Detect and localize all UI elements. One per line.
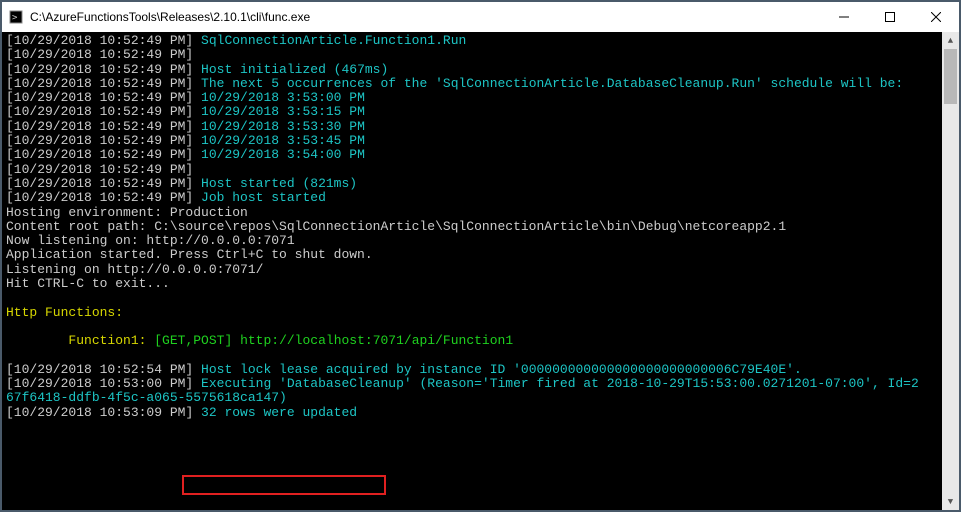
svg-text:>: > [12,13,18,23]
console-area: [10/29/2018 10:52:49 PM] SqlConnectionAr… [2,32,959,510]
timestamp: [10/29/2018 10:53:09 PM [6,405,185,420]
window-frame: > C:\AzureFunctionsTools\Releases\2.10.1… [0,0,961,512]
window-controls [821,2,959,32]
log-text: Host started (821ms) [201,176,357,191]
timestamp: [10/29/2018 10:52:49 PM] [6,90,201,105]
log-text: Content root path: C:\source\repos\SqlCo… [6,220,938,234]
log-text: Host lock lease acquired by instance ID … [201,362,802,377]
minimize-button[interactable] [821,2,867,32]
log-text: Now listening on: http://0.0.0.0:7071 [6,234,938,248]
rows-updated-text: 32 rows were updated [201,405,357,420]
timestamp: [10/29/2018 10:52:49 PM] [6,133,201,148]
maximize-button[interactable] [867,2,913,32]
scroll-up-arrow[interactable]: ▲ [942,32,959,49]
timestamp: [10/29/2018 10:52:49 PM] [6,162,201,177]
timestamp: [10/29/2018 10:52:49 PM] [6,104,201,119]
timestamp: [10/29/2018 10:52:49 PM] [6,147,201,162]
function-name: Function1: [68,333,154,348]
log-text: Host initialized (467ms) [201,62,388,77]
log-text: 10/29/2018 3:53:00 PM [201,90,365,105]
log-text: 10/29/2018 3:53:15 PM [201,104,365,119]
scroll-down-arrow[interactable]: ▼ [942,493,959,510]
log-text: The next 5 occurrences of the 'SqlConnec… [201,76,903,91]
log-text: Application started. Press Ctrl+C to shu… [6,248,938,262]
log-text: Hit CTRL-C to exit... [6,277,938,291]
log-text: Hosting environment: Production [6,206,938,220]
scroll-thumb[interactable] [944,49,957,104]
close-button[interactable] [913,2,959,32]
log-text: SqlConnectionArticle.Function1.Run [201,33,466,48]
titlebar[interactable]: > C:\AzureFunctionsTools\Releases\2.10.1… [2,2,959,32]
timestamp: [10/29/2018 10:52:49 PM] [6,33,201,48]
timestamp: [10/29/2018 10:52:49 PM] [6,190,201,205]
log-text: Listening on http://0.0.0.0:7071/ [6,263,938,277]
timestamp: [10/29/2018 10:52:49 PM] [6,62,201,77]
indent [6,333,68,348]
log-text: 10/29/2018 3:53:45 PM [201,133,365,148]
timestamp: [10/29/2018 10:52:49 PM] [6,76,201,91]
log-text: 10/29/2018 3:53:30 PM [201,119,365,134]
timestamp: [10/29/2018 10:52:49 PM] [6,47,201,62]
timestamp: [10/29/2018 10:52:54 PM] [6,362,201,377]
timestamp: [10/29/2018 10:53:00 PM] [6,376,201,391]
function-url: http://localhost:7071/api/Function1 [240,333,513,348]
vertical-scrollbar[interactable]: ▲ ▼ [942,32,959,510]
function-methods: [GET,POST] [154,333,240,348]
log-text: 67f6418-ddfb-4f5c-a065-5575618ca147) [6,391,938,405]
timestamp-bracket: ] [185,405,201,420]
timestamp: [10/29/2018 10:52:49 PM] [6,119,201,134]
window-title: C:\AzureFunctionsTools\Releases\2.10.1\c… [30,10,821,24]
http-functions-header: Http Functions: [6,306,938,320]
app-icon: > [8,9,24,25]
log-text: Job host started [201,190,326,205]
log-text: Executing 'DatabaseCleanup' (Reason='Tim… [201,376,919,391]
log-text: 10/29/2018 3:54:00 PM [201,147,365,162]
timestamp: [10/29/2018 10:52:49 PM] [6,176,201,191]
console-output[interactable]: [10/29/2018 10:52:49 PM] SqlConnectionAr… [2,32,942,510]
